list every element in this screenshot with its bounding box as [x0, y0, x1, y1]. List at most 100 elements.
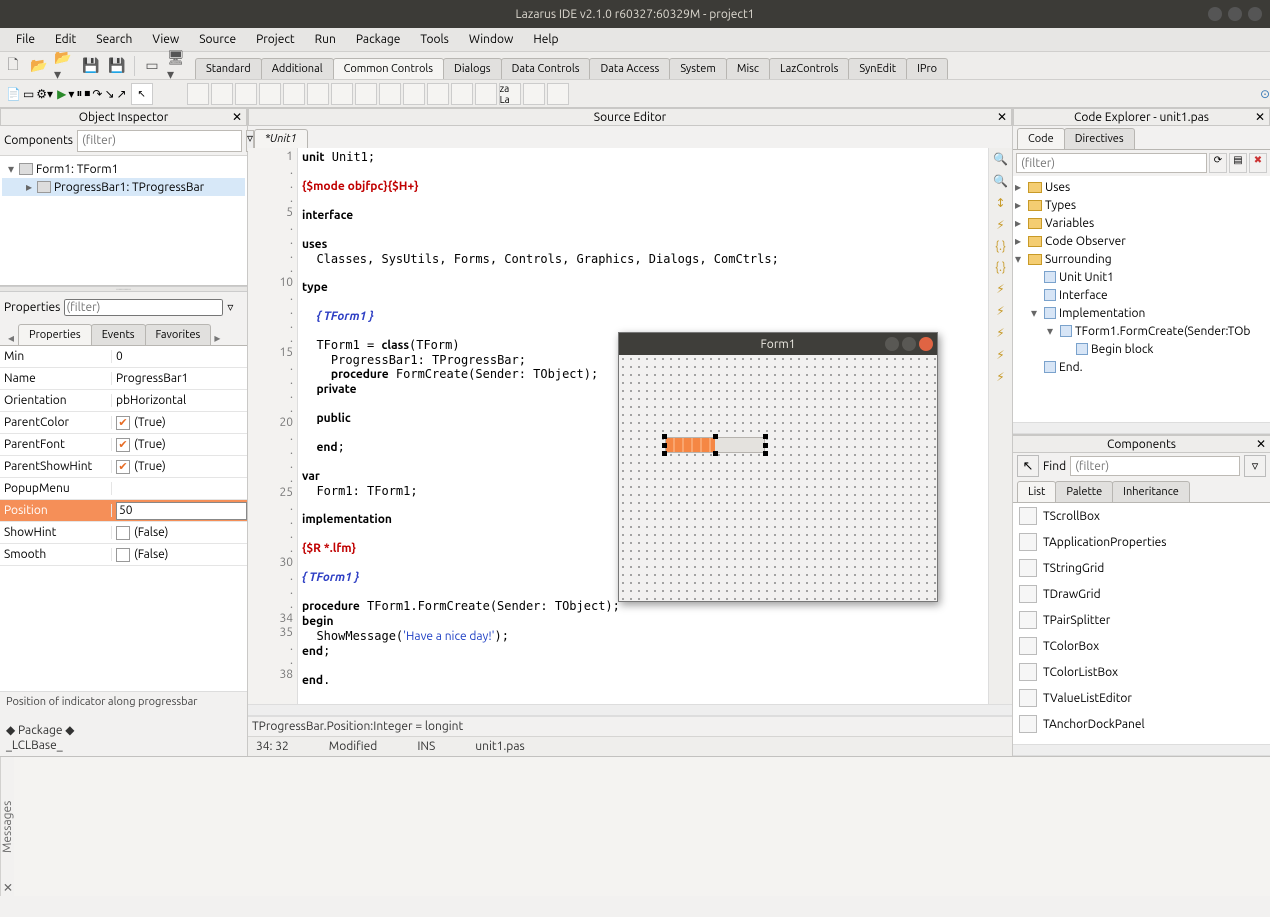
component-list-item[interactable]: TStringGrid: [1013, 555, 1270, 581]
tree-item[interactable]: ▸ProgressBar1: TProgressBar: [2, 178, 245, 196]
action-icon[interactable]: ⚡: [996, 348, 1004, 362]
property-row[interactable]: NameProgressBar1: [0, 368, 247, 390]
palette-more-icon[interactable]: ⊙: [1260, 87, 1270, 101]
property-row[interactable]: ShowHint(False): [0, 522, 247, 544]
components-list[interactable]: TScrollBoxTApplicationPropertiesTStringG…: [1013, 503, 1270, 744]
run-icon[interactable]: ▶: [57, 87, 66, 101]
palette-calendar-icon[interactable]: [523, 83, 545, 105]
expand-icon[interactable]: ▾: [1031, 306, 1041, 320]
expand-icon[interactable]: ▸: [1015, 180, 1025, 194]
code-tree-item[interactable]: ▾TForm1.FormCreate(Sender:TOb: [1013, 322, 1270, 340]
expand-icon[interactable]: ▾: [1015, 252, 1025, 266]
properties-grid[interactable]: Min0NameProgressBar1OrientationpbHorizon…: [0, 346, 247, 691]
components-filter-input[interactable]: [77, 130, 242, 152]
action-icon[interactable]: ⚡: [996, 370, 1004, 384]
property-row[interactable]: ParentFont✔(True): [0, 434, 247, 456]
palette-progressbar-icon[interactable]: [211, 83, 233, 105]
close-icon[interactable]: ✕: [1256, 437, 1266, 451]
tab-scroll-left-icon[interactable]: ◂: [4, 331, 18, 345]
run-dropdown-icon[interactable]: ▾: [68, 87, 74, 101]
form-designer-titlebar[interactable]: Form1: [619, 333, 937, 355]
save-all-icon[interactable]: 💾: [106, 55, 128, 77]
close-icon[interactable]: ✕: [1255, 110, 1265, 124]
property-row[interactable]: ParentColor✔(True): [0, 412, 247, 434]
code-tree-item[interactable]: End.: [1013, 358, 1270, 376]
close-icon[interactable]: ✕: [3, 880, 13, 894]
filter-options-icon[interactable]: ▿: [1244, 455, 1266, 477]
component-tab[interactable]: Data Access: [589, 58, 670, 79]
component-tab[interactable]: Common Controls: [333, 58, 444, 79]
checkbox[interactable]: ✔: [116, 416, 130, 430]
component-list-item[interactable]: TPairSplitter: [1013, 607, 1270, 633]
palette-toolbutton-icon[interactable]: [331, 83, 353, 105]
code-tree-item[interactable]: ▸Code Observer: [1013, 232, 1270, 250]
component-list-item[interactable]: TApplicationProperties: [1013, 529, 1270, 555]
code-tree-item[interactable]: Begin block: [1013, 340, 1270, 358]
menu-search[interactable]: Search: [86, 29, 142, 50]
cursor-icon[interactable]: ↖: [131, 83, 153, 105]
resize-handle[interactable]: [763, 443, 768, 448]
form-designer-window[interactable]: Form1: [618, 332, 938, 602]
palette-trackbar-icon[interactable]: [187, 83, 209, 105]
refresh-icon[interactable]: ⟳: [1209, 153, 1227, 173]
expand-icon[interactable]: ▸: [1015, 198, 1025, 212]
action-icon[interactable]: 🔍: [993, 152, 1008, 166]
editor-tab-unit1[interactable]: *Unit1: [254, 129, 308, 148]
action-icon[interactable]: ⚡: [996, 282, 1004, 296]
expand-icon[interactable]: ▾: [1047, 324, 1057, 338]
tab-directives[interactable]: Directives: [1064, 128, 1135, 149]
property-row[interactable]: ParentShowHint✔(True): [0, 456, 247, 478]
action-icon[interactable]: ⚡: [996, 326, 1004, 340]
checkbox[interactable]: ✔: [116, 438, 130, 452]
menu-window[interactable]: Window: [459, 29, 523, 50]
component-list-item[interactable]: TDrawGrid: [1013, 581, 1270, 607]
menu-project[interactable]: Project: [246, 29, 305, 50]
component-tab[interactable]: Additional: [261, 58, 334, 79]
maximize-icon[interactable]: [1228, 7, 1242, 21]
property-row[interactable]: Position: [0, 500, 247, 522]
palette-imagelist-icon[interactable]: [451, 83, 473, 105]
palette-pagectrl-icon[interactable]: [379, 83, 401, 105]
action-icon[interactable]: ⚡: [996, 218, 1004, 232]
expand-icon[interactable]: ▾: [6, 162, 16, 176]
minimize-icon[interactable]: [1208, 7, 1222, 21]
palette-updown-icon[interactable]: [355, 83, 377, 105]
minimize-icon[interactable]: [885, 337, 899, 351]
component-tab[interactable]: SynEdit: [848, 58, 907, 79]
expand-icon[interactable]: ▸: [1015, 216, 1025, 230]
resize-handle[interactable]: [713, 451, 718, 456]
code-tree-item[interactable]: Unit Unit1: [1013, 268, 1270, 286]
step-over-icon[interactable]: ↷: [92, 87, 102, 101]
checkbox[interactable]: ✔: [116, 460, 130, 474]
resize-handle[interactable]: [662, 434, 667, 439]
close-icon[interactable]: [1248, 7, 1262, 21]
component-tab[interactable]: System: [669, 58, 727, 79]
tab-properties[interactable]: Properties: [18, 324, 92, 345]
code-explorer-tree[interactable]: ▸Uses▸Types▸Variables▸Code Observer▾Surr…: [1013, 176, 1270, 422]
menu-source[interactable]: Source: [189, 29, 246, 50]
checkbox[interactable]: [116, 548, 130, 562]
component-tab[interactable]: LazControls: [769, 58, 849, 79]
menu-help[interactable]: Help: [523, 29, 568, 50]
component-tab[interactable]: Misc: [726, 58, 770, 79]
maximize-icon[interactable]: [902, 337, 916, 351]
tab-scroll-right-icon[interactable]: ▸: [210, 331, 224, 345]
menu-tools[interactable]: Tools: [410, 29, 459, 50]
component-tab[interactable]: Data Controls: [501, 58, 591, 79]
close-icon[interactable]: [919, 337, 933, 351]
filter-options-icon[interactable]: ▿: [227, 300, 233, 314]
save-icon[interactable]: 💾: [80, 55, 102, 77]
code-explorer-filter-input[interactable]: [1016, 153, 1207, 173]
tab-list[interactable]: List: [1017, 481, 1056, 502]
pause-icon[interactable]: ⏸: [76, 87, 82, 101]
stop-icon[interactable]: ⏹: [84, 87, 90, 101]
palette-popup-icon[interactable]: [475, 83, 497, 105]
options-icon[interactable]: ▤: [1229, 153, 1247, 173]
palette-listview-icon[interactable]: [259, 83, 281, 105]
property-row[interactable]: OrientationpbHorizontal: [0, 390, 247, 412]
close-icon[interactable]: ✕: [997, 110, 1007, 124]
tab-code[interactable]: Code: [1017, 128, 1065, 149]
component-tab[interactable]: Standard: [195, 58, 262, 79]
properties-filter-input[interactable]: [64, 299, 223, 316]
component-tree[interactable]: ▾Form1: TForm1▸ProgressBar1: TProgressBa…: [0, 156, 247, 286]
